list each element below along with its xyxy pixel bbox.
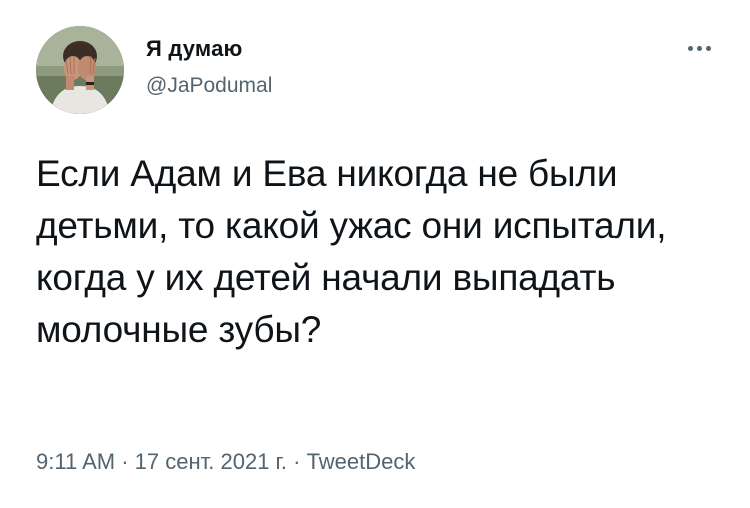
person-covering-face-avatar-icon: [36, 26, 124, 114]
more-dot: [688, 46, 693, 51]
tweet-date[interactable]: 17 сент. 2021 г.: [135, 449, 287, 474]
meta-separator: ·: [115, 449, 135, 474]
tweet-meta: 9:11 AM · 17 сент. 2021 г. · TweetDeck: [36, 449, 415, 475]
author-handle[interactable]: @JaPodumal: [146, 74, 272, 98]
more-dot: [706, 46, 711, 51]
tweet-card: Я думаю @JaPodumal Если Адам и Ева никог…: [0, 0, 750, 508]
meta-separator: ·: [287, 449, 307, 474]
tweet-time[interactable]: 9:11 AM: [36, 449, 115, 474]
more-options-icon[interactable]: [680, 36, 720, 60]
author-avatar[interactable]: [36, 26, 124, 114]
tweet-source[interactable]: TweetDeck: [307, 449, 416, 474]
author-display-name[interactable]: Я думаю: [146, 36, 243, 62]
tweet-text: Если Адам и Ева никогда не были детьми, …: [36, 153, 667, 350]
more-dot: [697, 46, 702, 51]
